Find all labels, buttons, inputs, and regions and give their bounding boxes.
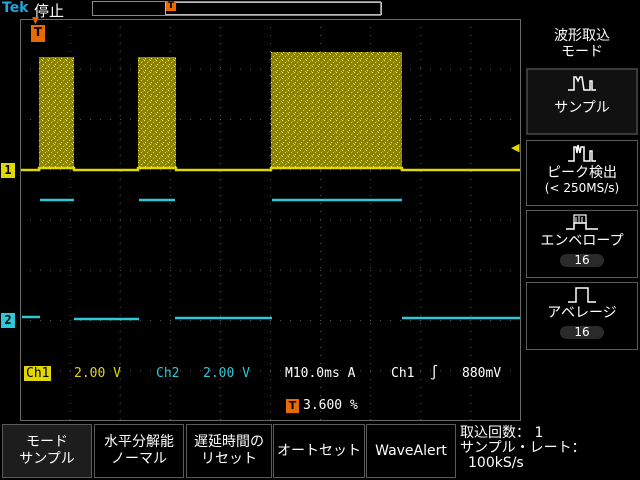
menu-item-label: サンプル [554,100,610,116]
ch1-ground-marker[interactable]: 1 [1,163,15,178]
menu-item-label: アベレージ [547,305,617,321]
delay-reset-button[interactable]: 遅延時間の リセット [186,424,272,478]
graticule-frame [20,19,521,421]
average-icon [568,287,596,303]
sample-rate-value: 100kS/s [468,455,524,471]
autoset-button[interactable]: オートセット [273,424,365,478]
sample-mode-icon [568,76,596,91]
autoset-label: オートセット [277,442,361,459]
ch1-label: Ch1 [24,366,52,381]
delay-value: リセット [201,451,257,467]
hres-title: 水平分解能 [104,434,174,450]
acq-count-label: 取込回数： [460,425,530,441]
menu-item-badge: 16 [560,326,604,339]
side-menu-title: 波形取込 モード [554,28,610,60]
horizontal-resolution-button[interactable]: 水平分解能 ノーマル [94,424,184,478]
menu-item-peak-detect[interactable]: ピーク検出 (< 250MS/s) [526,140,638,206]
menu-item-sample[interactable]: サンプル [526,68,638,135]
envelope-icon [566,214,598,230]
ch2-ground-marker[interactable]: 2 [1,313,15,328]
wavealert-button[interactable]: WaveAlert [366,424,456,478]
menu-item-envelope[interactable]: エンベロープ 16 [526,210,638,278]
mode-value: サンプル [19,451,75,467]
delay-title: 遅延時間の [194,434,264,450]
menu-item-label: ピーク検出 [547,165,617,181]
trigger-position-icon: T [286,399,299,413]
ch2-label: Ch2 [156,366,180,381]
acq-count-value: 1 [534,425,544,441]
trigger-position-percent: 3.600 % [303,398,358,413]
menu-item-sub: (< 250MS/s) [544,181,620,195]
menu-item-badge: 16 [560,254,604,267]
sample-rate-label: サンプル・レート： [460,440,586,456]
mode-button[interactable]: モード サンプル [2,424,92,478]
ch1-scale: 2.00 V [74,366,121,381]
mode-title: モード [26,434,68,450]
acquisition-info: 取込回数： 1 サンプル・レート： 100kS/s [460,426,586,471]
timebase-readout: M10.0ms A [285,366,356,381]
trigger-level-marker-icon[interactable]: ◀ [511,141,519,154]
trigger-source: Ch1 [391,366,415,381]
menu-item-average[interactable]: アベレージ 16 [526,282,638,350]
ch2-scale: 2.00 V [203,366,250,381]
menu-item-label: エンベロープ [540,233,624,249]
rising-edge-icon: ∫ [430,365,439,381]
hres-value: ノーマル [111,451,167,467]
wavealert-label: WaveAlert [375,442,447,459]
peak-detect-icon [568,144,596,162]
trigger-level: 880mV [462,366,502,381]
